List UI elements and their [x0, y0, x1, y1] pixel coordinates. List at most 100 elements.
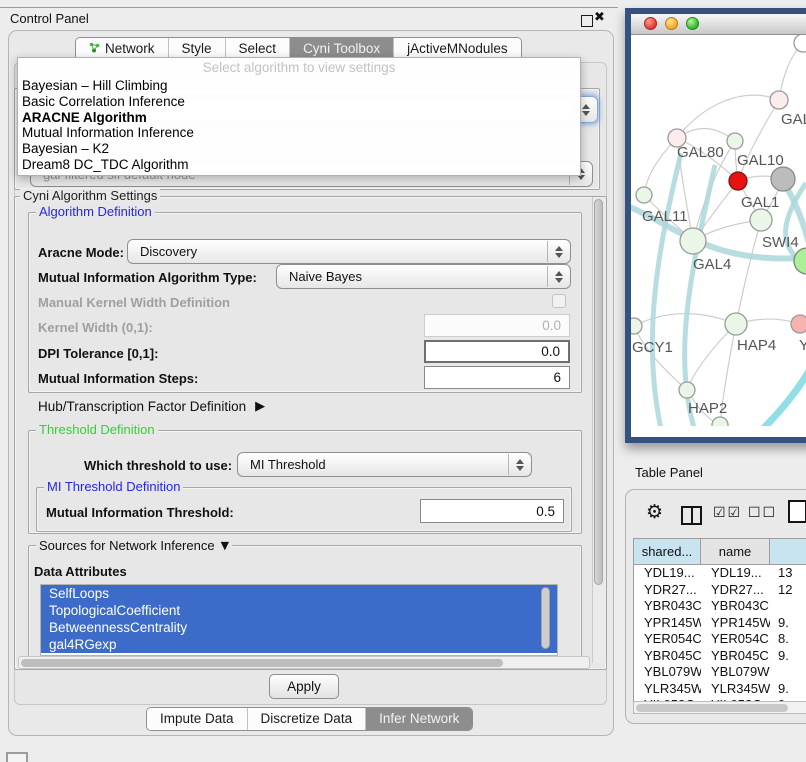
- attributes-list-scrollbar-thumb[interactable]: [541, 587, 550, 649]
- settings-vertical-scrollbar-thumb[interactable]: [594, 199, 603, 585]
- network-node[interactable]: [725, 313, 747, 335]
- expand-arrow-icon[interactable]: ▶: [255, 399, 265, 414]
- table-row[interactable]: YLR345WYLR345W9.: [634, 681, 806, 698]
- select-all-icon[interactable]: ☑☑: [713, 505, 742, 521]
- which-threshold-combobox[interactable]: MI Threshold: [237, 452, 532, 477]
- table-cell: YDR27...: [701, 582, 770, 599]
- network-node-label-hap2: HAP2: [688, 400, 727, 417]
- attribute-item-topologicalcoefficient[interactable]: TopologicalCoefficient: [41, 602, 557, 619]
- table-row[interactable]: YER054CYER054C8.: [634, 631, 806, 648]
- network-edge[interactable]: [677, 95, 779, 138]
- kernel-width-label: Kernel Width (0,1):: [38, 320, 153, 335]
- network-window-titlebar[interactable]: [631, 14, 806, 35]
- table-row[interactable]: YPR145WYPR145W9.: [634, 615, 806, 632]
- network-node[interactable]: [679, 382, 695, 398]
- table-row[interactable]: YBR043CYBR043C: [634, 598, 806, 615]
- algorithm-option-mutual-information-inference[interactable]: Mutual Information Inference: [18, 125, 580, 141]
- column-header-item[interactable]: [770, 539, 806, 564]
- combobox-stepper-icon: [508, 454, 530, 475]
- network-node-label-swi4: SWI4: [762, 234, 799, 251]
- network-edge[interactable]: [687, 324, 736, 390]
- algorithm-option-basic-correlation-inference[interactable]: Basic Correlation Inference: [18, 94, 580, 110]
- tab-discretize-data[interactable]: Discretize Data: [247, 708, 366, 730]
- table-cell: 9.: [770, 681, 806, 698]
- mi-steps-label: Mutual Information Steps:: [38, 371, 198, 386]
- window-zoom-icon[interactable]: [686, 17, 699, 30]
- dock-icon[interactable]: [6, 752, 28, 762]
- table-cell: 9.: [770, 648, 806, 665]
- settings-horizontal-scrollbar-thumb[interactable]: [21, 659, 503, 667]
- network-node[interactable]: [712, 417, 728, 426]
- network-node[interactable]: [727, 133, 743, 149]
- mi-steps-field[interactable]: [424, 366, 570, 389]
- network-canvas[interactable]: GALGAL80GAL10GAL11GAL1SWI4GAL4GCY1HAP4YH…: [631, 35, 806, 426]
- mi-threshold-field[interactable]: [420, 499, 564, 523]
- attribute-item-selfloops[interactable]: SelfLoops: [41, 585, 557, 602]
- network-edge[interactable]: [759, 371, 806, 426]
- network-node[interactable]: [631, 318, 642, 334]
- apply-button[interactable]: Apply: [269, 674, 339, 699]
- threshold-definition-title: Threshold Definition: [36, 423, 158, 436]
- manual-kernel-width-label: Manual Kernel Width Definition: [38, 295, 230, 310]
- table-cell: YPR145W: [701, 615, 770, 632]
- collapse-arrow-icon[interactable]: ▼: [221, 539, 229, 552]
- close-panel-icon[interactable]: ✖: [594, 10, 605, 25]
- table-cell: YDL19...: [634, 565, 701, 582]
- network-edge[interactable]: [634, 326, 687, 390]
- network-view-window[interactable]: GALGAL80GAL10GAL11GAL1SWI4GAL4GCY1HAP4YH…: [625, 8, 806, 443]
- split-column-icon[interactable]: [681, 506, 702, 525]
- dpi-tolerance-field[interactable]: [424, 340, 570, 363]
- network-node[interactable]: [680, 228, 706, 254]
- deselect-all-icon[interactable]: ☐☐: [748, 505, 777, 521]
- network-node[interactable]: [794, 248, 806, 274]
- window-close-icon[interactable]: [644, 17, 657, 30]
- table-cell: YBR045C: [634, 648, 701, 665]
- aracne-mode-combobox[interactable]: Discovery: [127, 239, 571, 264]
- mi-threshold-definition-title: MI Threshold Definition: [44, 480, 183, 493]
- table-row[interactable]: YBL079WYBL079W: [634, 664, 806, 681]
- cyni-algorithm-settings-title: Cyni Algorithm Settings: [20, 189, 160, 202]
- table-row[interactable]: YBR045CYBR045C9.: [634, 648, 806, 665]
- kernel-width-field[interactable]: [424, 314, 570, 337]
- network-node-label-gal1: GAL1: [741, 194, 779, 211]
- gear-icon[interactable]: ⚙: [646, 503, 663, 522]
- network-edge[interactable]: [652, 153, 681, 426]
- network-node[interactable]: [636, 187, 652, 203]
- algorithm-option-bayesian-hill-climbing[interactable]: Bayesian – Hill Climbing: [18, 78, 580, 94]
- node-table-header: shared...name: [634, 539, 806, 565]
- network-node[interactable]: [791, 315, 806, 333]
- algorithm-option-dream8-dc-tdc-algorithm[interactable]: Dream8 DC_TDC Algorithm: [18, 157, 580, 173]
- network-node-label-gcy1: GCY1: [632, 339, 673, 356]
- table-cell: YLR345W: [701, 681, 770, 698]
- table-row[interactable]: YDR27...YDR27...12: [634, 582, 806, 599]
- table-row[interactable]: YDL19...YDL19...13: [634, 565, 806, 582]
- network-node[interactable]: [729, 172, 747, 190]
- hub-definition-section[interactable]: Hub/Transcription Factor Definition ▶: [38, 399, 265, 414]
- algorithm-option-bayesian-k2[interactable]: Bayesian – K2: [18, 141, 580, 157]
- data-attributes-list[interactable]: SelfLoopsTopologicalCoefficientBetweenne…: [40, 584, 558, 656]
- attribute-item-gal4rgexp[interactable]: gal4RGexp: [41, 636, 557, 653]
- table-cell: 9.: [770, 615, 806, 632]
- page-icon[interactable]: [788, 500, 806, 523]
- network-node[interactable]: [770, 91, 788, 109]
- mi-threshold-label: Mutual Information Threshold:: [46, 505, 234, 520]
- column-header-name[interactable]: name: [701, 539, 770, 564]
- column-header-shared[interactable]: shared...: [634, 539, 701, 564]
- float-panel-icon[interactable]: [581, 15, 593, 27]
- table-cell: YDR27...: [634, 582, 701, 599]
- attribute-item-betweennesscentrality[interactable]: BetweennessCentrality: [41, 619, 557, 636]
- tab-infer-network[interactable]: Infer Network: [365, 708, 472, 730]
- network-node[interactable]: [750, 209, 772, 231]
- algorithm-option-aracne-algorithm[interactable]: ARACNE Algorithm: [18, 110, 580, 126]
- network-edge[interactable]: [736, 220, 761, 324]
- network-node-label-gal10: GAL10: [737, 152, 784, 169]
- network-node[interactable]: [794, 35, 806, 52]
- tab-impute-data[interactable]: Impute Data: [147, 708, 247, 730]
- table-horizontal-scrollbar-thumb[interactable]: [636, 704, 788, 712]
- manual-kernel-width-checkbox[interactable]: [552, 294, 566, 308]
- mi-algorithm-type-combobox[interactable]: Naive Bayes: [276, 264, 571, 289]
- network-node[interactable]: [771, 167, 795, 191]
- algorithm-dropdown-popup: Select algorithm to view settings Bayesi…: [17, 57, 581, 176]
- sources-group-title-row[interactable]: Sources for Network Inference ▼: [36, 538, 232, 553]
- window-minimize-icon[interactable]: [665, 17, 678, 30]
